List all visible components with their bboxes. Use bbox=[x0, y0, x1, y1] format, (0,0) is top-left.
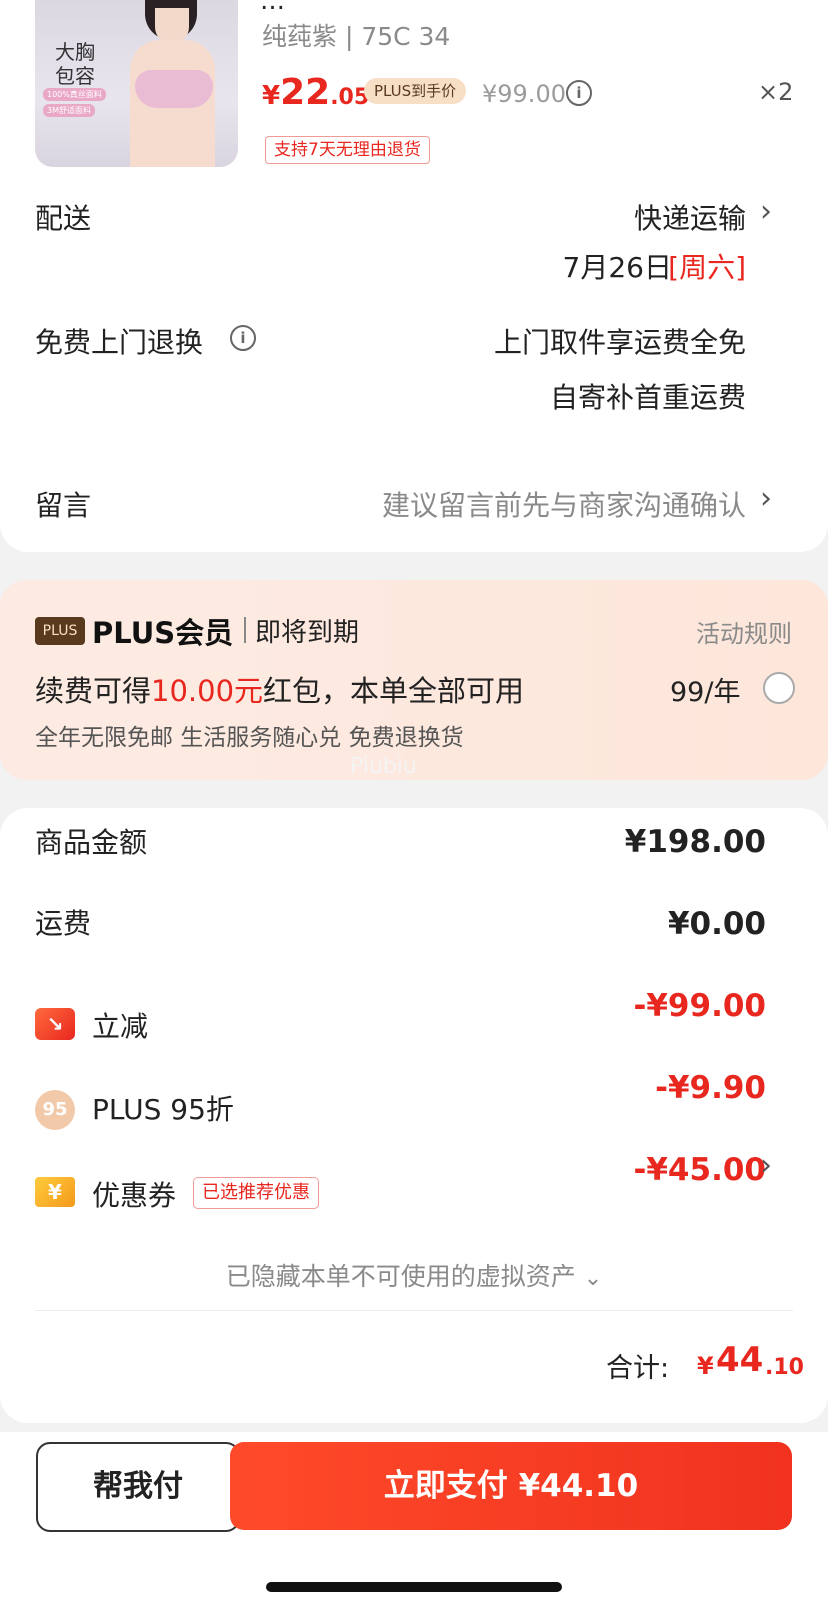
plus-price-tag: PLUS到手价 bbox=[364, 78, 467, 104]
help-me-pay-button[interactable]: 帮我付 bbox=[36, 1442, 240, 1532]
goods-amount: ¥198.00 bbox=[624, 824, 766, 860]
chevron-right-icon[interactable]: › bbox=[760, 481, 772, 516]
return-service-line2: 自寄补首重运费 bbox=[549, 381, 746, 414]
pay-now-button[interactable]: 立即支付 ¥44.10 bbox=[230, 1442, 792, 1530]
coupon-label[interactable]: 优惠券 bbox=[92, 1174, 176, 1214]
watermark: Piubiu bbox=[350, 754, 417, 779]
plus-offer-suffix: 红包，本单全部可用 bbox=[263, 674, 525, 708]
plus-discount-label: PLUS 95折 bbox=[92, 1093, 234, 1126]
plus-95-icon: 95 bbox=[35, 1090, 75, 1130]
product-bra-shape bbox=[135, 70, 213, 108]
quantity: ×2 bbox=[758, 78, 794, 106]
total-integer: 44 bbox=[716, 1340, 764, 1380]
shipping-amount: ¥0.00 bbox=[667, 906, 766, 942]
shipping-label: 运费 bbox=[35, 907, 92, 940]
coupon-icon: ¥ bbox=[35, 1177, 75, 1207]
note-label: 留言 bbox=[35, 489, 92, 522]
delivery-method[interactable]: 快递运输 bbox=[634, 197, 746, 237]
hidden-assets-text: 已隐藏本单不可使用的虚拟资产 bbox=[225, 1262, 576, 1291]
total-currency: ¥ bbox=[697, 1352, 714, 1380]
plus-benefits: 全年无限免邮 生活服务随心兑 免费退换货 bbox=[35, 725, 464, 751]
plus-discount-amount: -¥9.90 bbox=[655, 1070, 766, 1106]
price-currency: ¥ bbox=[262, 81, 281, 111]
plus-divider bbox=[244, 617, 246, 643]
delivery-date: 7月26日 bbox=[562, 251, 672, 284]
product-name: … bbox=[260, 0, 285, 15]
delivery-weekday: [周六] bbox=[668, 251, 746, 284]
total-label: 合计: bbox=[606, 1353, 670, 1384]
total-decimal: .10 bbox=[765, 1355, 804, 1380]
return-service-label: 免费上门退换 bbox=[35, 326, 204, 359]
product-image[interactable]: 大胸 包容 100%真丝面料 3M舒适面料 bbox=[35, 0, 238, 167]
plus-offer: 续费可得10.00元红包，本单全部可用 bbox=[35, 668, 524, 710]
plus-title: PLUS会员 bbox=[92, 616, 234, 650]
info-icon[interactable]: i bbox=[230, 325, 256, 351]
product-spec: 纯莼紫 | 75C 34 bbox=[262, 22, 451, 51]
return-service-line1: 上门取件享运费全免 bbox=[493, 326, 746, 359]
coupon-amount[interactable]: -¥45.00 bbox=[634, 1152, 767, 1188]
home-indicator[interactable] bbox=[266, 1582, 562, 1592]
product-price: ¥ 22 .05 bbox=[262, 72, 369, 113]
plus-offer-prefix: 续费可得 bbox=[35, 674, 152, 708]
discount-arrow-icon: ↘ bbox=[35, 1008, 75, 1040]
goods-amount-label: 商品金额 bbox=[35, 826, 148, 859]
price-integer: 22 bbox=[280, 72, 331, 113]
divider bbox=[35, 1310, 793, 1311]
instant-discount-amount: -¥99.00 bbox=[633, 988, 767, 1024]
chevron-right-icon[interactable]: › bbox=[760, 1148, 772, 1183]
model-face bbox=[155, 8, 189, 44]
image-tag-2: 3M舒适面料 bbox=[43, 104, 95, 117]
info-icon[interactable]: i bbox=[566, 80, 592, 106]
plus-price: 99/年 bbox=[670, 677, 741, 708]
image-caption: 大胸 包容 bbox=[55, 40, 95, 88]
original-price: ¥99.00 bbox=[482, 80, 566, 108]
chevron-down-icon: ⌄ bbox=[583, 1266, 603, 1291]
coupon-recommended-tag: 已选推荐优惠 bbox=[193, 1177, 319, 1209]
instant-discount-label: 立减 bbox=[92, 1010, 149, 1043]
plus-renew-radio[interactable] bbox=[763, 672, 795, 704]
plus-offer-amount: 10.00元 bbox=[151, 674, 264, 708]
plus-expiry-status: 即将到期 bbox=[255, 618, 360, 648]
chevron-right-icon[interactable]: › bbox=[760, 194, 772, 229]
note-input[interactable]: 建议留言前先与商家沟通确认 bbox=[382, 484, 746, 524]
plus-rules-link[interactable]: 活动规则 bbox=[696, 614, 792, 649]
return-policy-tag: 支持7天无理由退货 bbox=[265, 136, 430, 164]
image-tag-1: 100%真丝面料 bbox=[43, 88, 106, 101]
hidden-assets-toggle[interactable]: 已隐藏本单不可使用的虚拟资产 ⌄ bbox=[0, 1257, 828, 1293]
plus-logo: PLUS bbox=[35, 617, 85, 645]
delivery-label: 配送 bbox=[35, 202, 92, 235]
